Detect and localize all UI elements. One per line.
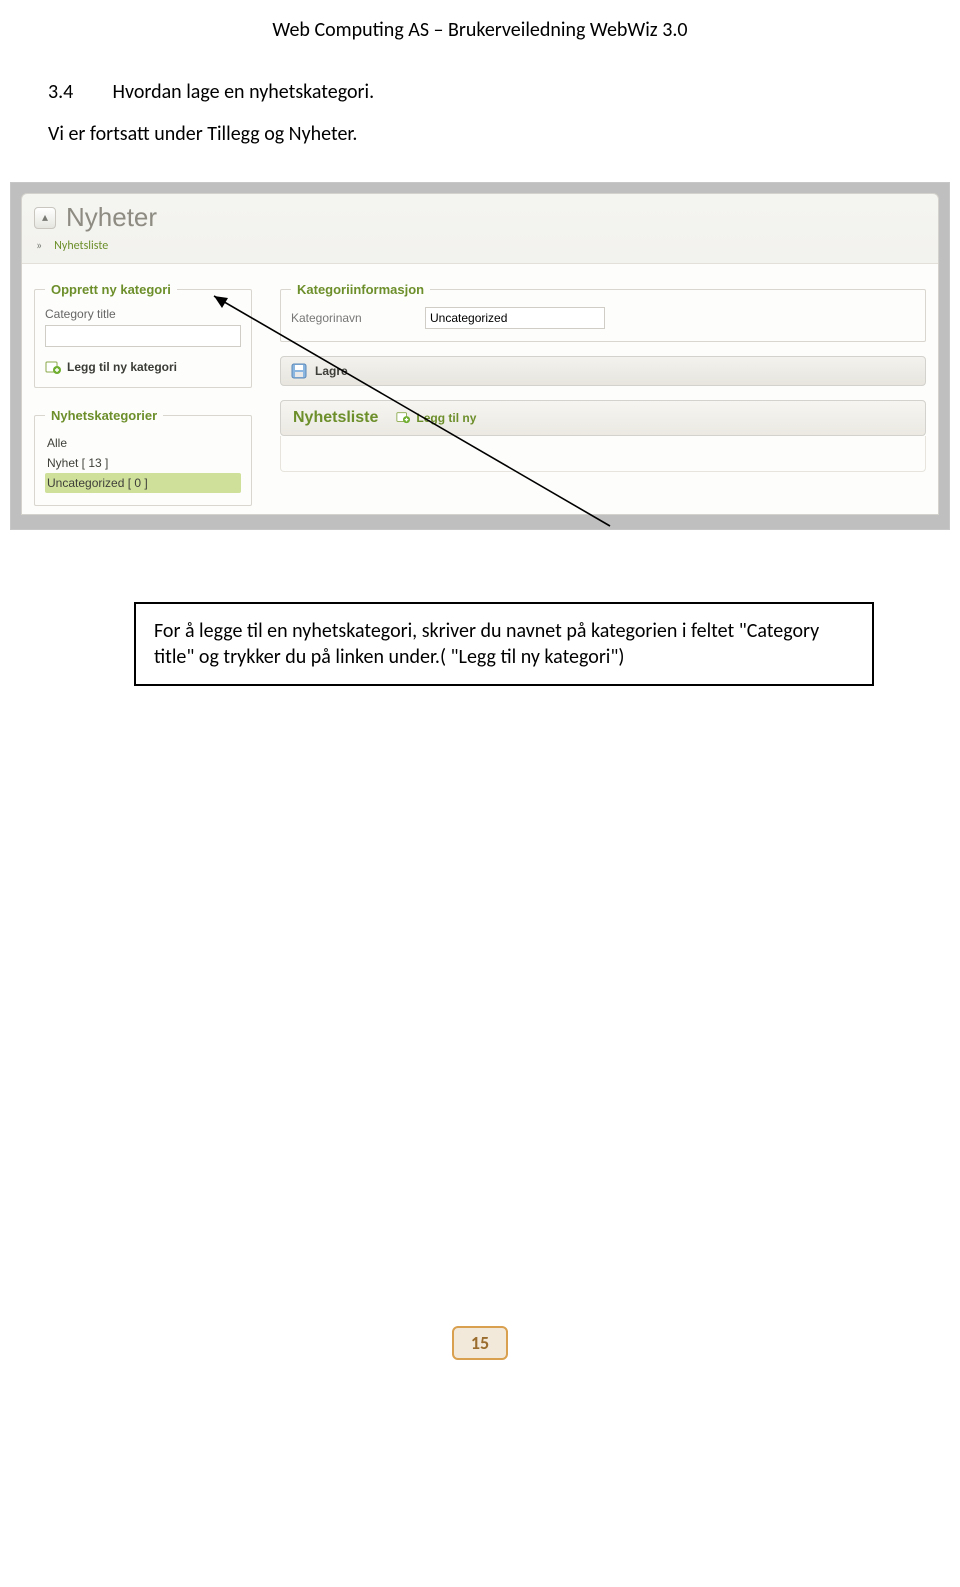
news-list-title: Nyhetsliste [293,409,378,427]
category-name-label: Kategorinavn [291,311,401,325]
category-row-uncategorized[interactable]: Uncategorized [ 0 ] [45,473,241,493]
add-icon [45,359,61,375]
arrow-up-icon: ▴ [42,210,48,225]
up-button[interactable]: ▴ [34,207,56,229]
screenshot-frame: ▴ Nyheter » Nyhetsliste Opprett ny kateg… [10,182,950,530]
section-number: 3.4 [48,80,108,104]
callout-box: For å legge til en nyhetskategori, skriv… [134,602,874,686]
add-icon [396,410,412,426]
save-button[interactable]: Lagre [280,356,926,386]
add-category-label: Legg til ny kategori [67,360,177,374]
category-info-panel: Kategoriinformasjon Kategorinavn [280,282,926,342]
page-number: 15 [471,1332,489,1354]
create-category-legend: Opprett ny kategori [45,282,177,297]
save-label: Lagre [315,364,348,378]
news-list-header: Nyhetsliste Legg til ny [280,400,926,436]
doc-header: Web Computing AS – Brukerveiledning WebW… [0,0,960,48]
category-title-input[interactable] [45,325,241,347]
category-name-input[interactable] [425,307,605,329]
breadcrumb-link[interactable]: Nyhetsliste [54,239,108,253]
page-number-badge: 15 [452,1326,508,1360]
breadcrumb: » Nyhetsliste [22,233,938,263]
section-heading: 3.4 Hvordan lage en nyhetskategori. [0,48,960,110]
category-title-label: Category title [45,307,241,321]
callout-text: For å legge til en nyhetskategori, skriv… [154,619,819,669]
news-list-body [280,436,926,472]
add-new-link[interactable]: Legg til ny [396,410,476,426]
breadcrumb-sep: » [36,239,42,253]
page-title: Nyheter [66,202,157,233]
intro-paragraph: Vi er fortsatt under Tillegg og Nyheter. [0,110,960,146]
create-category-panel: Opprett ny kategori Category title [34,282,252,388]
categories-legend: Nyhetskategorier [45,408,163,423]
category-info-legend: Kategoriinformasjon [291,282,430,297]
add-category-link[interactable]: Legg til ny kategori [45,359,241,375]
save-icon [291,363,307,379]
add-new-label: Legg til ny [416,411,476,425]
category-row-all[interactable]: Alle [45,433,241,453]
categories-panel: Nyhetskategorier Alle Nyhet [ 13 ] Uncat… [34,408,252,506]
section-title-text: Hvordan lage en nyhetskategori. [113,80,375,104]
category-row-nyhet[interactable]: Nyhet [ 13 ] [45,453,241,473]
